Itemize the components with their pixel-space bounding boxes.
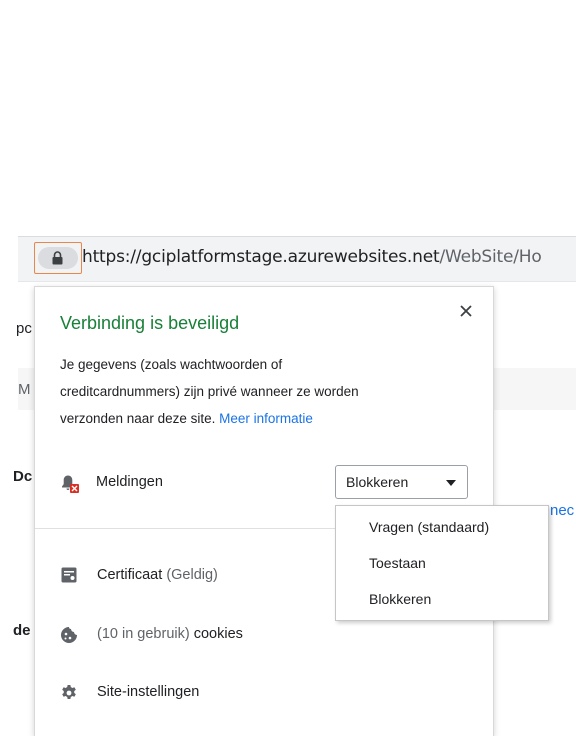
cookies-count: (10 in gebruik) [97, 626, 190, 642]
background-text-fragment: M [18, 381, 31, 398]
lock-icon [52, 251, 63, 265]
gear-icon [62, 685, 76, 699]
certificate-row[interactable]: Certificaat (Geldig) [97, 567, 218, 583]
notifications-dropdown-menu: Vragen (standaard) Toestaan Blokkeren [335, 505, 549, 621]
site-info-pill [38, 247, 78, 269]
notifications-select[interactable]: Blokkeren [335, 465, 468, 499]
certificate-label: Certificaat [97, 567, 163, 583]
site-settings-row[interactable]: Site-instellingen [97, 684, 199, 700]
url-text[interactable]: https://gciplatformstage.azurewebsites.n… [82, 247, 542, 267]
more-info-link[interactable]: Meer informatie [219, 411, 313, 426]
notifications-label: Meldingen [96, 474, 163, 490]
connection-secure-title: Verbinding is beveiligd [60, 313, 240, 333]
cookies-row[interactable]: (10 in gebruik) cookies [97, 626, 243, 642]
notifications-select-value: Blokkeren [346, 474, 409, 490]
bell-blocked-icon [62, 475, 79, 493]
cookies-label: cookies [193, 626, 243, 642]
url-path: /WebSite/Ho [439, 247, 542, 267]
background-heading-fragment: Dc [13, 468, 33, 485]
chevron-down-icon [446, 480, 456, 486]
close-icon[interactable] [456, 301, 476, 321]
site-info-button[interactable] [34, 242, 82, 274]
background-text-fragment: pc [16, 320, 32, 337]
dropdown-option-label: Vragen (standaard) [369, 519, 490, 535]
connection-description: Je gegevens (zoals wachtwoorden of credi… [60, 351, 400, 432]
certificate-icon [61, 567, 77, 583]
description-text: Je gegevens (zoals wachtwoorden of credi… [60, 357, 359, 426]
background-link-fragment[interactable]: nec [550, 502, 574, 519]
background-heading-fragment: de [13, 622, 31, 639]
dropdown-option-block[interactable]: Blokkeren [336, 582, 548, 616]
dropdown-option-allow[interactable]: Toestaan [336, 546, 548, 580]
dropdown-option-label: Blokkeren [369, 591, 432, 607]
certificate-status: (Geldig) [166, 567, 218, 583]
cookie-icon [61, 627, 77, 643]
dropdown-option-label: Toestaan [369, 555, 426, 571]
dropdown-option-ask[interactable]: Vragen (standaard) [336, 510, 548, 544]
url-host: https://gciplatformstage.azurewebsites.n… [82, 247, 440, 267]
